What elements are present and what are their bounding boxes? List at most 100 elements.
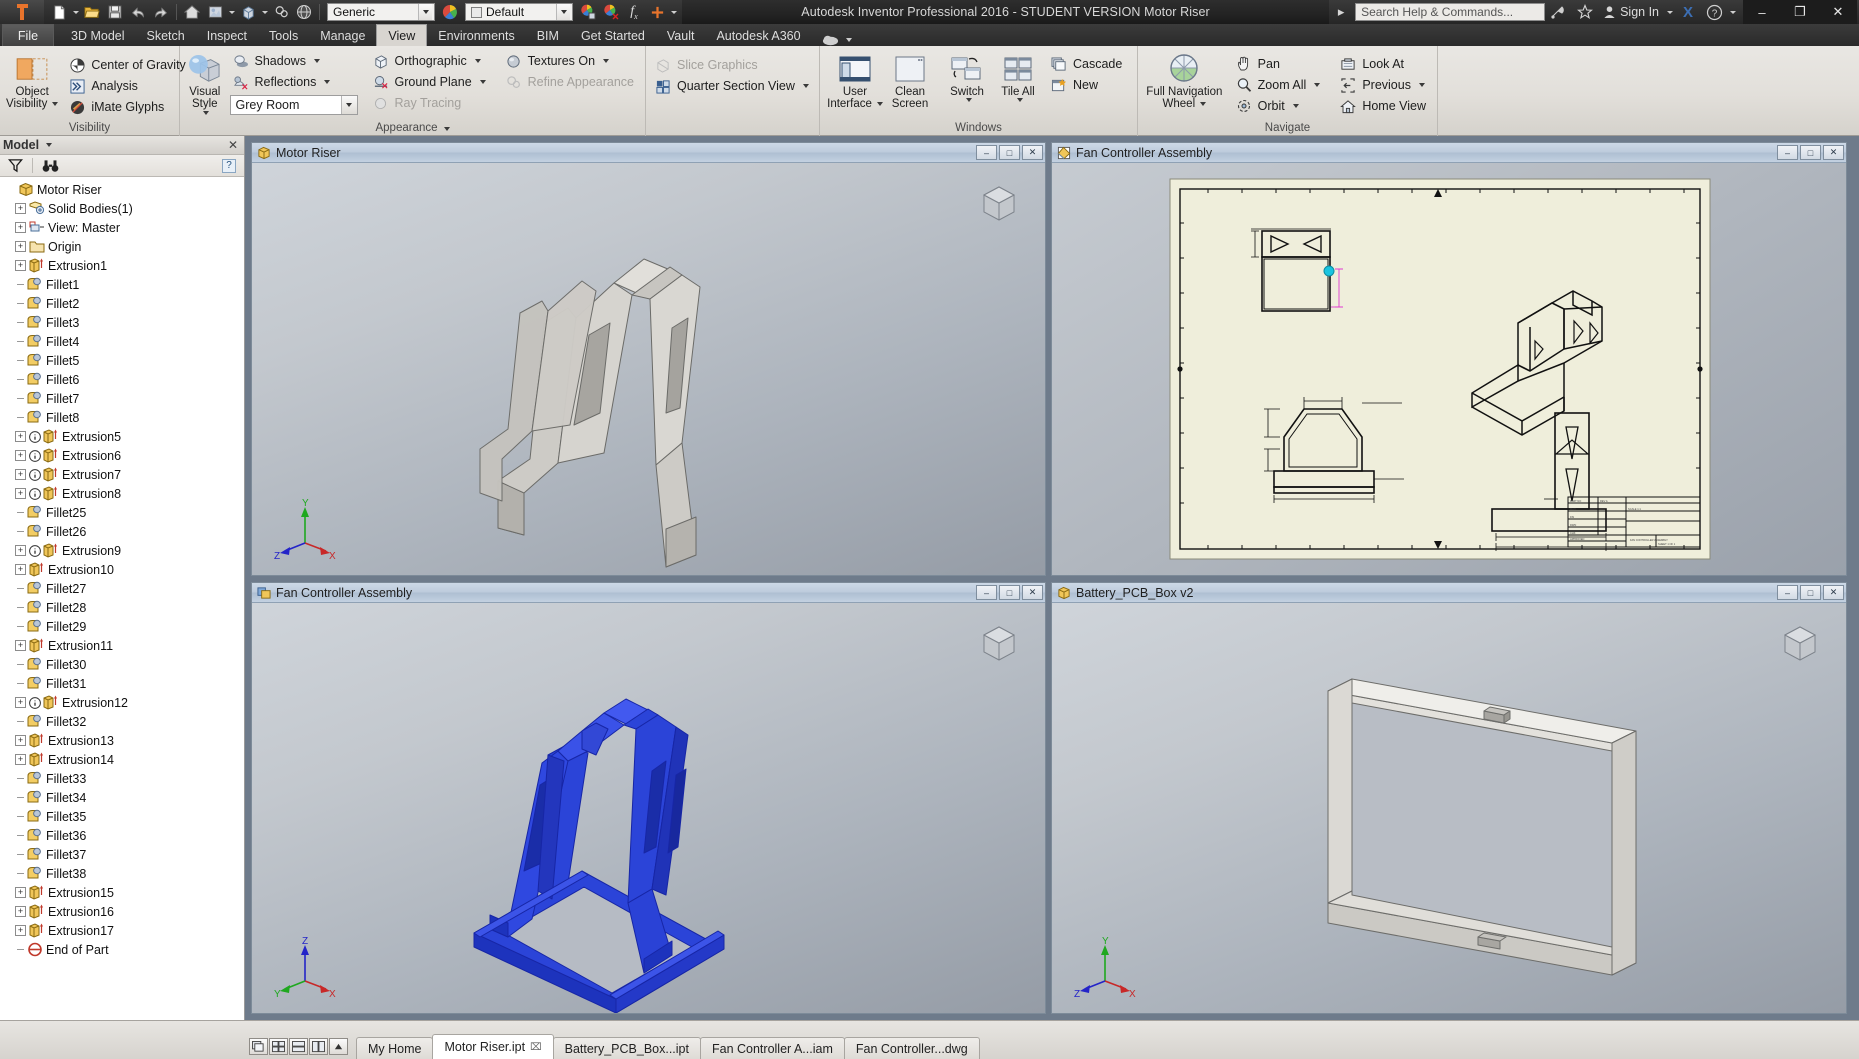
viewport-canvas-battery-box[interactable]: X Y Z — [1052, 603, 1846, 1013]
browser-close-icon[interactable]: ✕ — [225, 138, 241, 152]
viewport-motor-riser[interactable]: Motor Riser – □ ✕ — [251, 142, 1046, 576]
chevron-down-icon[interactable] — [1314, 83, 1320, 87]
undo-icon[interactable] — [127, 2, 149, 22]
chevron-down-icon[interactable] — [1200, 102, 1206, 106]
viewport-close-button[interactable]: ✕ — [1823, 145, 1844, 160]
appearance-icon[interactable] — [204, 2, 226, 22]
tree-node[interactable]: Fillet33 — [0, 769, 244, 788]
expand-node-icon[interactable]: + — [15, 735, 26, 746]
home-icon[interactable] — [181, 2, 203, 22]
tile-vertical-icon[interactable] — [309, 1038, 328, 1055]
expand-node-icon[interactable]: + — [15, 203, 26, 214]
adjust-appearance-icon[interactable] — [577, 2, 599, 22]
chevron-down-icon[interactable] — [52, 102, 58, 106]
help-dropdown-icon[interactable] — [1728, 2, 1737, 22]
ground-plane-button[interactable]: Ground Plane — [370, 72, 491, 92]
clear-appearance-icon[interactable] — [600, 2, 622, 22]
chevron-down-icon[interactable] — [341, 96, 357, 114]
tree-node[interactable]: Fillet30 — [0, 655, 244, 674]
binoculars-icon[interactable] — [42, 159, 59, 173]
window-controls[interactable]: – ❐ ✕ — [1743, 0, 1857, 24]
viewport-canvas-drawing[interactable]: PART NOREV A MATLSCALE 1:1 FIN DWN CHK A… — [1052, 163, 1846, 575]
tree-node[interactable]: Fillet36 — [0, 826, 244, 845]
document-tab[interactable]: Fan Controller A...iam — [700, 1037, 845, 1059]
viewport-maximize-button[interactable]: □ — [999, 145, 1020, 160]
ribbon-tab-bim[interactable]: BIM — [526, 26, 570, 46]
previous-view-button[interactable]: Previous — [1337, 75, 1431, 95]
appearance-combo[interactable]: Default — [465, 3, 573, 21]
reflections-button[interactable]: Reflections — [230, 72, 358, 92]
zoom-all-button[interactable]: Zoom All — [1233, 75, 1326, 95]
viewport-minimize-button[interactable]: – — [1777, 145, 1798, 160]
orthographic-button[interactable]: Orthographic — [370, 51, 491, 71]
clean-screen-button[interactable]: Clean Screen — [885, 50, 935, 110]
tree-node[interactable]: Fillet28 — [0, 598, 244, 617]
favorites-star-icon[interactable] — [1573, 1, 1597, 23]
chevron-down-icon[interactable] — [803, 84, 809, 88]
textures-on-button[interactable]: Textures On — [503, 51, 639, 71]
chevron-down-icon[interactable] — [203, 111, 209, 115]
tree-node[interactable]: Fillet38 — [0, 864, 244, 883]
tree-node[interactable]: Fillet2 — [0, 294, 244, 313]
tree-node[interactable]: Fillet32 — [0, 712, 244, 731]
expand-node-icon[interactable]: + — [15, 754, 26, 765]
window-layout-buttons[interactable] — [249, 1038, 348, 1059]
visual-style-button[interactable]: Visual Style — [186, 50, 224, 115]
viewport-minimize-button[interactable]: – — [976, 585, 997, 600]
viewport-title-bar[interactable]: Fan Controller Assembly – □ ✕ — [1052, 143, 1846, 163]
tree-node[interactable]: +Extrusion15 — [0, 883, 244, 902]
home-view-button[interactable]: Home View — [1337, 96, 1431, 116]
tree-node[interactable]: Fillet6 — [0, 370, 244, 389]
tree-node[interactable]: Fillet1 — [0, 275, 244, 294]
viewport-maximize-button[interactable]: □ — [1800, 585, 1821, 600]
expand-node-icon[interactable]: + — [15, 640, 26, 651]
tree-node[interactable]: Fillet8 — [0, 408, 244, 427]
view-cube-icon[interactable] — [1776, 619, 1824, 667]
expand-node-icon[interactable]: + — [15, 431, 26, 442]
imate-glyphs-button[interactable]: iMate Glyphs — [66, 97, 190, 117]
expand-node-icon[interactable]: + — [15, 887, 26, 898]
tree-node[interactable]: Fillet26 — [0, 522, 244, 541]
viewport-canvas-motor-riser[interactable]: X Y Z — [252, 163, 1045, 575]
chevron-down-icon[interactable] — [480, 80, 486, 84]
tree-node[interactable]: +Extrusion8 — [0, 484, 244, 503]
shadows-button[interactable]: Shadows — [230, 51, 358, 71]
tree-node[interactable]: +Origin — [0, 237, 244, 256]
document-tab[interactable]: Battery_PCB_Box...ipt — [553, 1037, 701, 1059]
viewport-close-button[interactable]: ✕ — [1022, 585, 1043, 600]
viewport-canvas-assembly[interactable]: X Z Y — [252, 603, 1045, 1013]
tree-node[interactable]: Fillet31 — [0, 674, 244, 693]
chevron-down-icon[interactable] — [1293, 104, 1299, 108]
qat-overflow-icon[interactable] — [669, 2, 678, 22]
ribbon-tab-vault[interactable]: Vault — [656, 26, 706, 46]
panel-expand-icon[interactable] — [444, 127, 450, 131]
minimize-button[interactable]: – — [1743, 0, 1781, 24]
chevron-down-icon[interactable] — [475, 59, 481, 63]
cascade-layout-icon[interactable] — [249, 1038, 268, 1055]
viewport-title-bar[interactable]: Fan Controller Assembly – □ ✕ — [252, 583, 1045, 603]
tree-node[interactable]: End of Part — [0, 940, 244, 959]
chevron-down-icon[interactable] — [966, 98, 972, 102]
parameters-icon[interactable]: fx — [623, 2, 645, 22]
file-menu-button[interactable]: File — [2, 24, 54, 46]
material-combo[interactable]: Generic — [327, 3, 435, 21]
tree-node[interactable]: +Extrusion1 — [0, 256, 244, 275]
a360-cloud-status[interactable] — [812, 34, 862, 46]
new-file-icon[interactable] — [48, 2, 70, 22]
layers-icon[interactable] — [270, 2, 292, 22]
expand-node-icon[interactable]: + — [15, 925, 26, 936]
tree-node[interactable]: Fillet25 — [0, 503, 244, 522]
chevron-down-icon[interactable] — [1017, 98, 1023, 102]
new-file-dropdown-icon[interactable] — [71, 2, 80, 22]
color-wheel-icon[interactable] — [439, 2, 461, 22]
orbit-button[interactable]: Orbit — [1233, 96, 1326, 116]
exchange-apps-icon[interactable]: X — [1676, 1, 1700, 23]
chevron-down-icon[interactable] — [314, 59, 320, 63]
viewport-close-button[interactable]: ✕ — [1022, 145, 1043, 160]
tree-node[interactable]: +Extrusion12 — [0, 693, 244, 712]
open-document-tabs[interactable]: My HomeMotor Riser.ipt⌧Battery_PCB_Box..… — [356, 1034, 979, 1059]
full-navigation-wheel-button[interactable]: Full Navigation Wheel — [1144, 50, 1225, 110]
chevron-down-icon[interactable] — [556, 4, 570, 20]
analysis-button[interactable]: Analysis — [66, 76, 190, 96]
tree-node[interactable]: +Solid Bodies(1) — [0, 199, 244, 218]
